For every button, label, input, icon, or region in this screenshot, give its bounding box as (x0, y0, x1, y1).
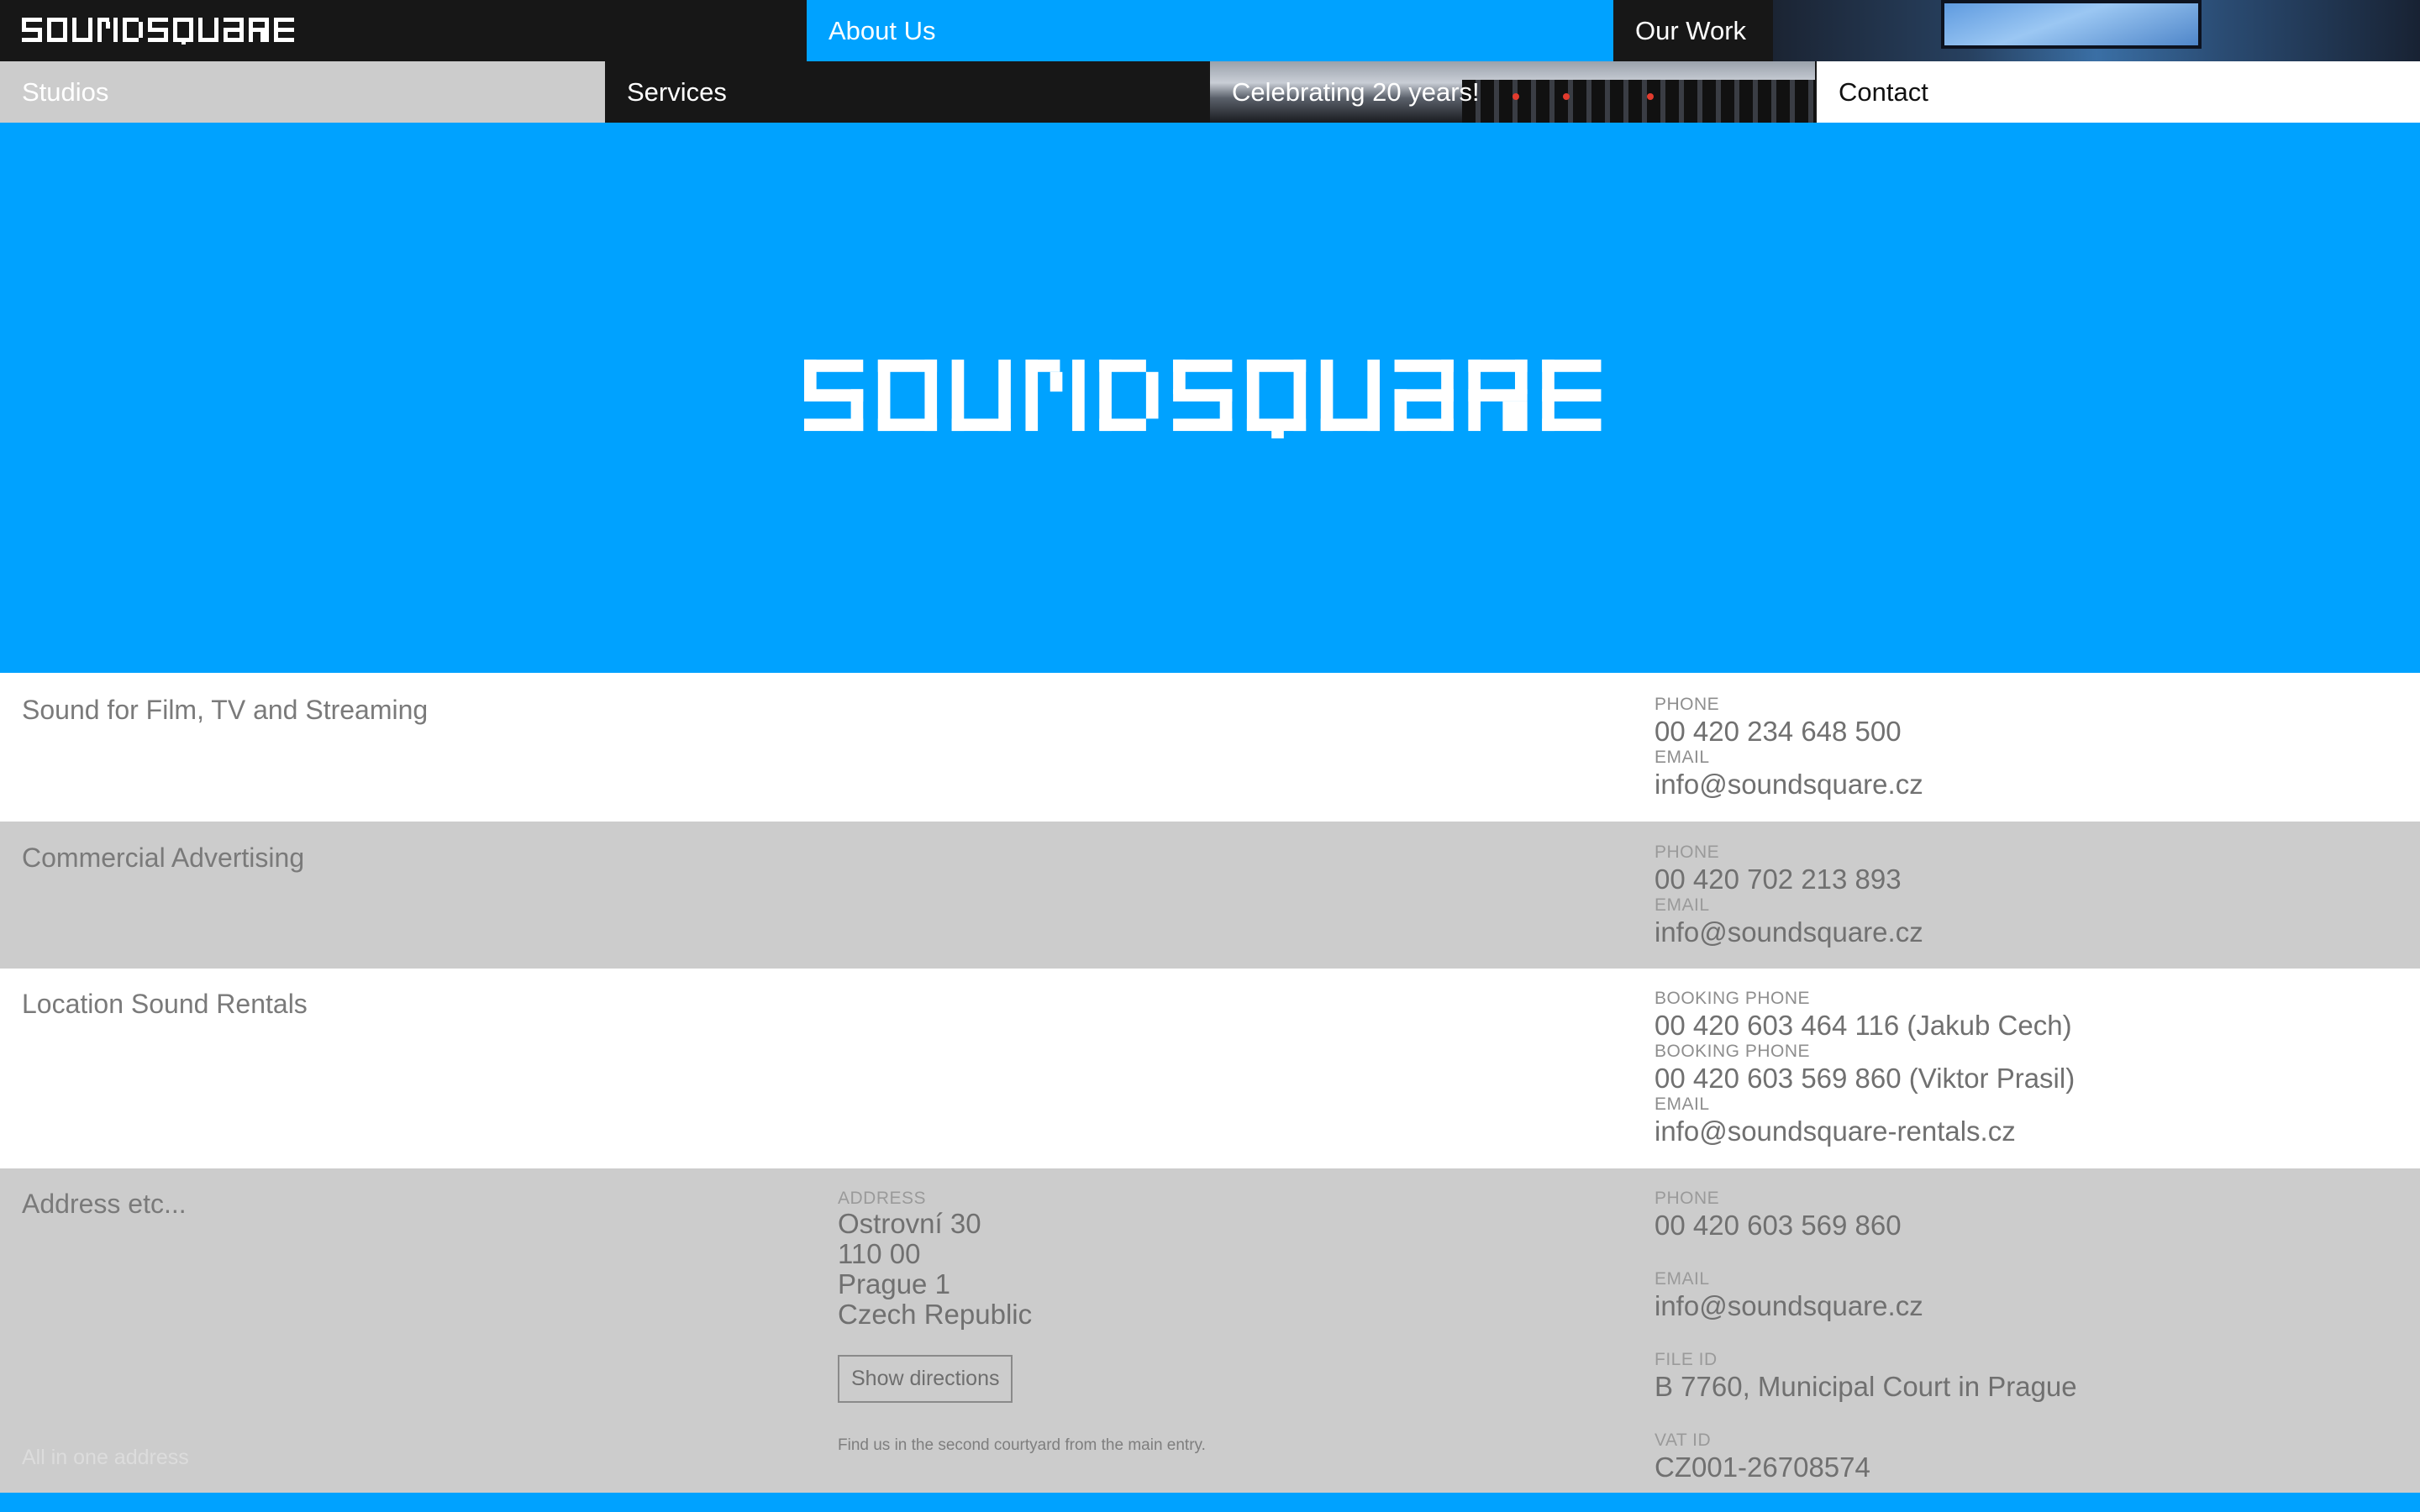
booking-phone-label: BOOKING PHONE (1655, 1042, 1811, 1061)
hero-banner (0, 123, 2420, 673)
nav-studios[interactable]: Studios (0, 61, 605, 123)
footer-accent-strip (0, 1493, 2420, 1512)
phone-label: PHONE (1655, 695, 1720, 714)
email-label: EMAIL (1655, 1269, 1710, 1289)
email-label: EMAIL (1655, 1095, 1710, 1114)
email-value[interactable]: info@soundsquare.cz (1655, 768, 1923, 801)
hero-soundsquare-logo (804, 360, 1602, 438)
address-footnote: All in one address (22, 1446, 189, 1469)
nav-about-us[interactable]: About Us (807, 0, 1613, 61)
email-label: EMAIL (1655, 895, 1710, 915)
address-column: ADDRESS Ostrovní 30 110 00 Prague 1 Czec… (838, 1189, 1206, 1455)
address-line: Ostrovní 30 (838, 1208, 981, 1239)
address-label: ADDRESS (838, 1189, 927, 1208)
nav-our-work[interactable]: Our Work (1613, 0, 2420, 61)
nav-our-work-label: Our Work (1635, 15, 1747, 45)
nav-celebrating[interactable]: Celebrating 20 years! (1210, 61, 1815, 123)
contact-row-advertising: Commercial Advertising PHONE 00 420 702 … (0, 822, 2420, 969)
email-value[interactable]: info@soundsquare.cz (1655, 916, 1923, 948)
phone-value[interactable]: 00 420 234 648 500 (1655, 715, 1923, 748)
nav-about-us-label: About Us (829, 15, 936, 45)
address-line: 110 00 (838, 1238, 921, 1269)
top-nav-row-2: Studios Services Celebrating 20 years! C… (0, 61, 2420, 123)
show-directions-button[interactable]: Show directions (838, 1355, 1013, 1403)
nav-contact-label: Contact (1839, 76, 1928, 107)
address-line: Czech Republic (838, 1299, 1033, 1330)
booking-phone-value[interactable]: 00 420 603 464 116 (Jakub Cech) (1655, 1009, 2075, 1042)
company-details: PHONE 00 420 603 569 860 EMAIL info@soun… (1655, 1189, 2077, 1483)
row-title: Sound for Film, TV and Streaming (22, 695, 429, 725)
file-id-label: FILE ID (1655, 1350, 1718, 1369)
contact-row-rentals: Location Sound Rentals BOOKING PHONE 00 … (0, 969, 2420, 1168)
contact-row-film-tv: Sound for Film, TV and Streaming PHONE 0… (0, 673, 2420, 822)
row-title: Address etc... (22, 1189, 187, 1219)
soundsquare-logo (22, 17, 294, 45)
nav-studios-label: Studios (22, 76, 109, 107)
address-row: Address etc... All in one address ADDRES… (0, 1168, 2420, 1493)
nav-services-label: Services (627, 76, 727, 107)
email-value[interactable]: info@soundsquare-rentals.cz (1655, 1115, 2075, 1147)
booking-phone-label: BOOKING PHONE (1655, 989, 1811, 1008)
contact-details: BOOKING PHONE 00 420 603 464 116 (Jakub … (1655, 989, 2075, 1147)
email-label: EMAIL (1655, 748, 1710, 767)
contact-details: PHONE 00 420 702 213 893 EMAIL info@soun… (1655, 843, 1923, 948)
phone-value[interactable]: 00 420 702 213 893 (1655, 863, 1923, 895)
nav-services[interactable]: Services (605, 61, 1210, 123)
phone-label: PHONE (1655, 1189, 1720, 1208)
row-title: Commercial Advertising (22, 843, 305, 873)
phone-value[interactable]: 00 420 603 569 860 (1655, 1209, 2077, 1242)
logo-link[interactable] (0, 0, 807, 61)
contact-details: PHONE 00 420 234 648 500 EMAIL info@soun… (1655, 695, 1923, 801)
directions-note: Find us in the second courtyard from the… (838, 1436, 1206, 1454)
phone-label: PHONE (1655, 843, 1720, 862)
studio-photo (1773, 0, 2420, 61)
booking-phone-value[interactable]: 00 420 603 569 860 (Viktor Prasil) (1655, 1062, 2075, 1095)
email-value[interactable]: info@soundsquare.cz (1655, 1289, 2077, 1322)
row-title: Location Sound Rentals (22, 989, 308, 1019)
nav-contact[interactable]: Contact (1815, 61, 2420, 123)
vat-id-label: VAT ID (1655, 1431, 1712, 1450)
top-nav-row-1: About Us Our Work (0, 0, 2420, 61)
address-line: Prague 1 (838, 1268, 950, 1299)
nav-celebrating-label: Celebrating 20 years! (1232, 76, 1480, 107)
file-id-value: B 7760, Municipal Court in Prague (1655, 1371, 2077, 1402)
vat-id-value: CZ001-26708574 (1655, 1452, 1870, 1483)
